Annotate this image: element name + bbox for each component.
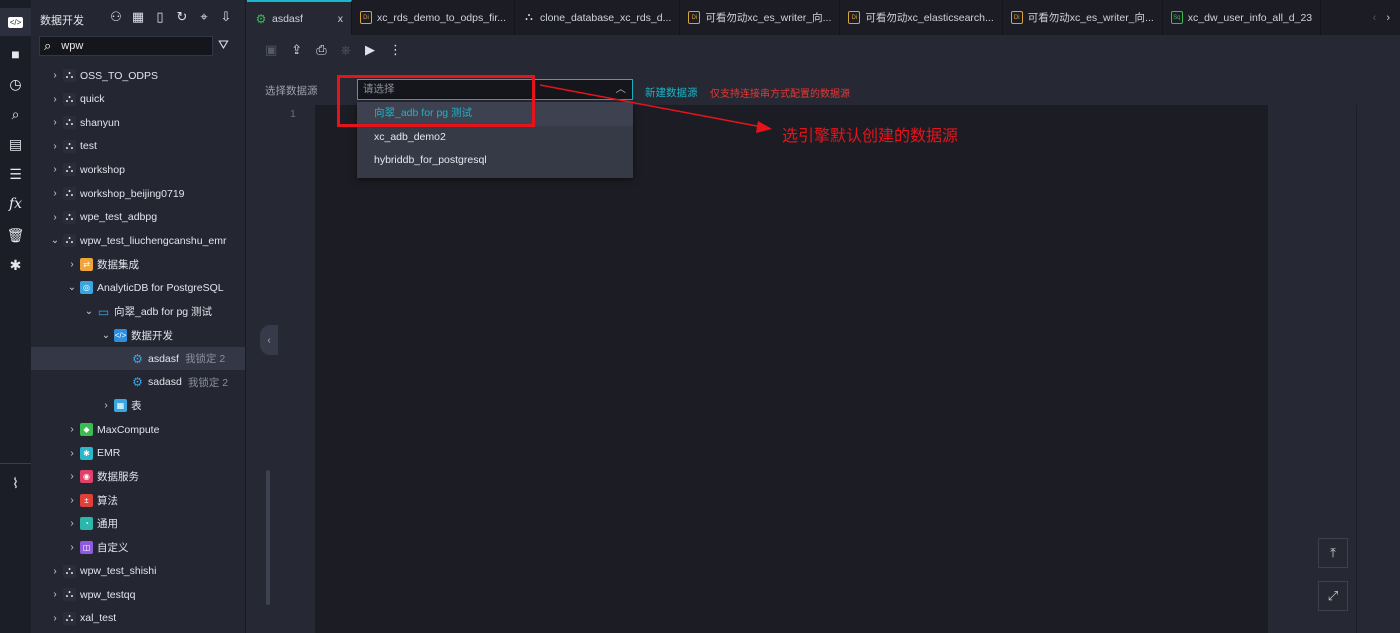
fullscreen-button[interactable]: ⤢ (1318, 581, 1348, 611)
back-to-top-button[interactable]: ⤒ (1318, 538, 1348, 568)
annotation-text: 选引擎默认创建的数据源 (782, 126, 959, 145)
annotation-arrow (539, 84, 772, 133)
